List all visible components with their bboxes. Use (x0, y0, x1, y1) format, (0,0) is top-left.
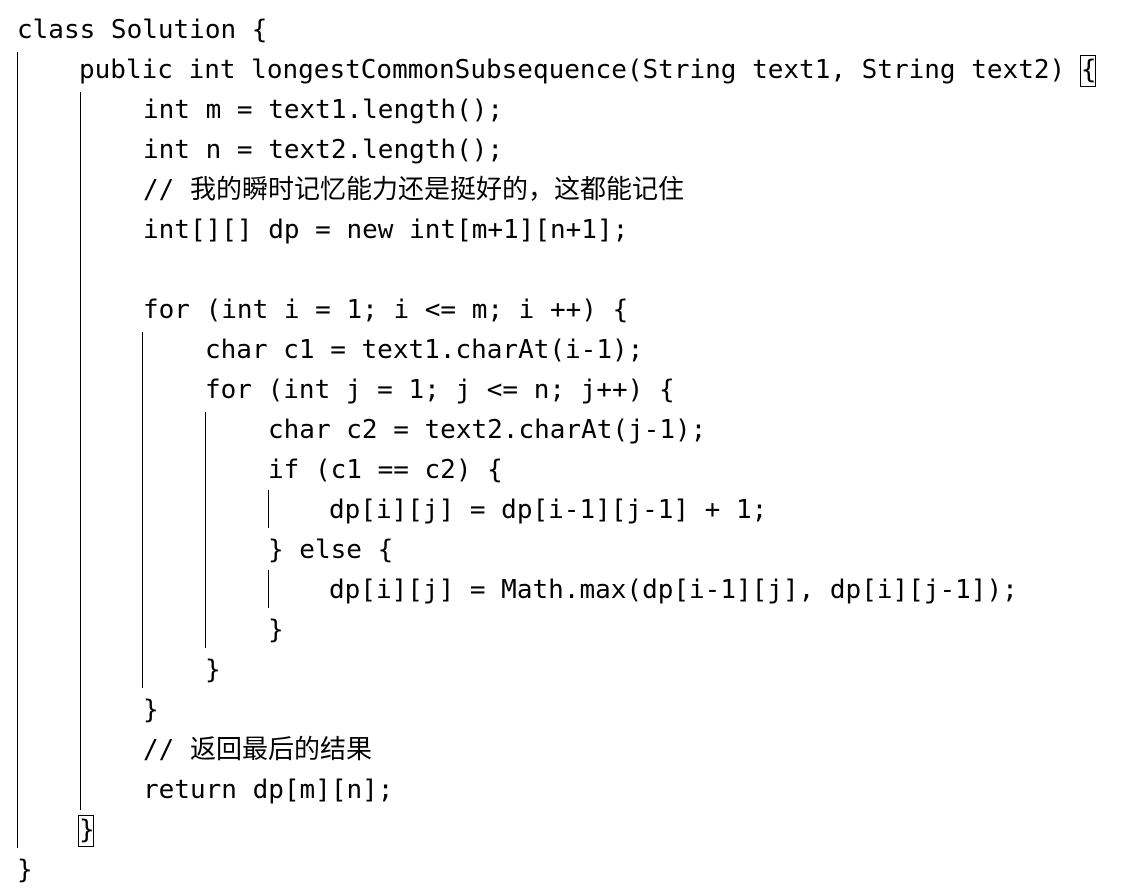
code-line[interactable]: for (int j = 1; j <= n; j++) { (205, 370, 675, 410)
code-line[interactable]: public int longestCommonSubsequence(Stri… (79, 50, 1096, 90)
code-line[interactable]: } (268, 610, 284, 650)
code-line[interactable]: if (c1 == c2) { (268, 450, 503, 490)
indent-guide-if (268, 490, 269, 528)
indent-guide-method (80, 92, 81, 810)
code-line[interactable]: } (17, 850, 33, 890)
code-line[interactable]: return dp[m][n]; (143, 770, 393, 810)
indent-guide-inner-for (205, 412, 206, 648)
indent-guide-class (17, 52, 18, 848)
indent-guide-else (268, 570, 269, 608)
code-line[interactable]: int n = text2.length(); (143, 130, 503, 170)
code-comment-line[interactable]: // 我的瞬时记忆能力还是挺好的，这都能记住 (143, 170, 684, 210)
code-line[interactable]: int m = text1.length(); (143, 90, 503, 130)
code-line[interactable]: class Solution { (17, 10, 267, 50)
indent-guide-outer-for (142, 332, 143, 688)
code-editor[interactable]: class Solution { public int longestCommo… (0, 0, 1128, 894)
code-line[interactable]: } (79, 810, 95, 850)
code-line[interactable]: } else { (268, 530, 393, 570)
code-line[interactable]: } (205, 650, 221, 690)
code-line[interactable]: dp[i][j] = dp[i-1][j-1] + 1; (329, 490, 767, 530)
code-line[interactable]: } (143, 690, 159, 730)
code-line[interactable]: char c1 = text1.charAt(i-1); (205, 330, 643, 370)
code-line[interactable]: char c2 = text2.charAt(j-1); (268, 410, 706, 450)
code-line[interactable]: dp[i][j] = Math.max(dp[i-1][j], dp[i][j-… (329, 570, 1018, 610)
code-comment-line[interactable]: // 返回最后的结果 (143, 730, 372, 770)
code-line[interactable]: for (int i = 1; i <= m; i ++) { (143, 290, 628, 330)
code-line[interactable]: int[][] dp = new int[m+1][n+1]; (143, 210, 628, 250)
